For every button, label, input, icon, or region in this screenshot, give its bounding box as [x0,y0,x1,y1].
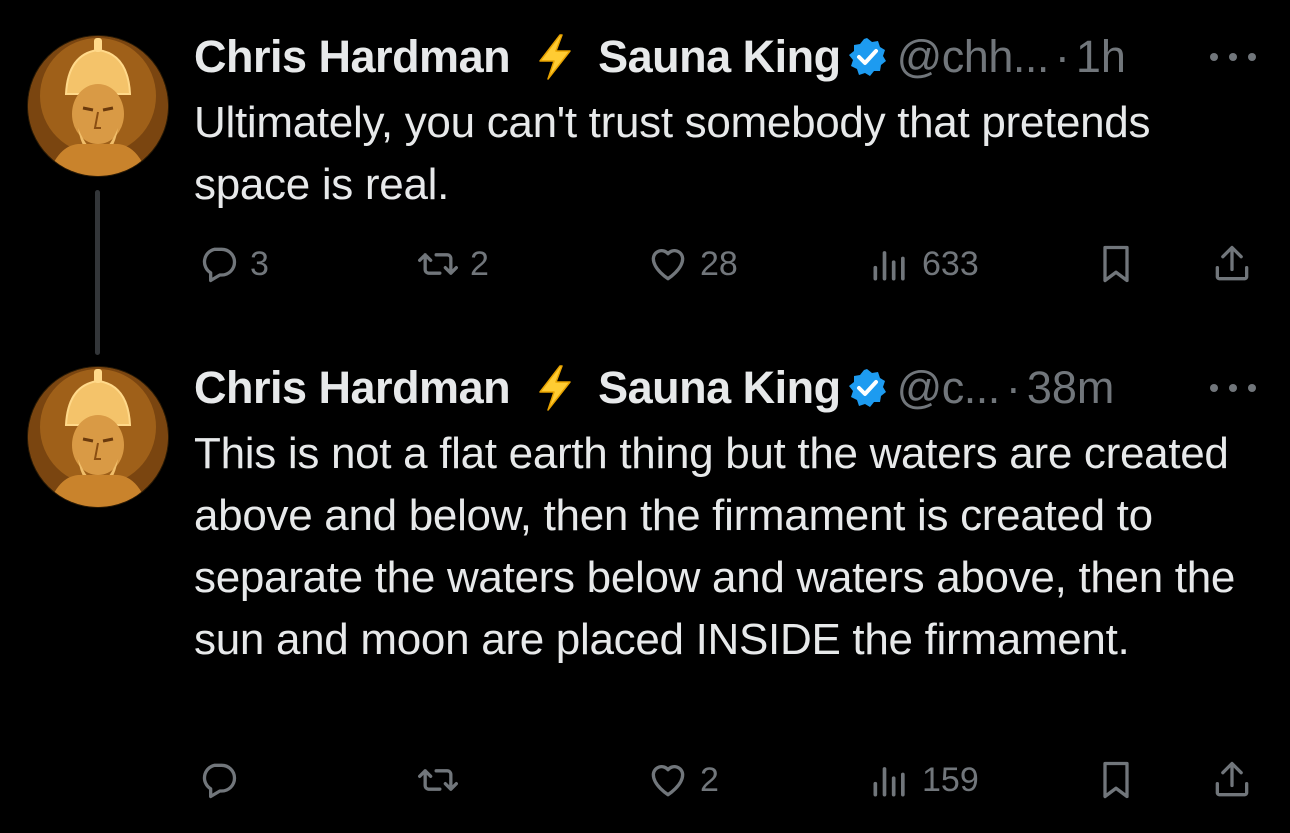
retweet-count: 2 [470,244,489,283]
author-name-suffix[interactable]: Sauna King [598,29,841,85]
views-count: 633 [922,244,979,283]
bookmark-button[interactable] [1094,756,1138,804]
reply-button[interactable] [196,756,250,804]
reply-button[interactable]: 3 [196,240,269,288]
verified-badge-icon[interactable] [847,368,887,408]
like-count: 2 [700,760,719,799]
heart-icon [651,249,685,281]
retweet-icon [418,769,458,791]
timestamp[interactable]: 38m [1027,360,1115,416]
author-handle[interactable]: @c... [897,360,1001,416]
retweet-button[interactable] [416,756,470,804]
share-icon [1215,761,1249,797]
author-name[interactable]: Chris Hardman [194,360,511,416]
author-handle[interactable]: @chh... [897,29,1050,85]
timestamp[interactable]: 1h [1076,29,1126,85]
tweet-text: Ultimately, you can't trust somebody tha… [194,98,1151,209]
reply-icon [202,763,237,799]
lightning-emoji-icon [532,364,578,412]
reply-icon [202,247,237,283]
avatar[interactable] [28,367,168,507]
share-button[interactable] [1210,756,1254,804]
like-count: 28 [700,244,738,283]
bookmark-icon [1103,761,1129,799]
bust-statue-avatar-icon [28,367,168,507]
lightning-emoji-icon [532,33,578,81]
bust-statue-avatar-icon [28,36,168,176]
separator-dot: · [1054,31,1070,82]
thread-connector-line [95,190,100,355]
retweet-button[interactable]: 2 [416,240,489,288]
verified-badge-icon[interactable] [847,37,887,77]
author-name[interactable]: Chris Hardman [194,29,511,85]
views-button[interactable]: 633 [868,240,979,288]
tweet-header: Chris Hardman Sauna King @chh... · 1h [194,29,1126,85]
tweet-text: This is not a flat earth thing but the w… [194,429,1236,664]
more-options-icon[interactable] [1210,360,1256,416]
bookmark-icon [1103,245,1129,283]
more-options-icon[interactable] [1210,29,1256,85]
reply-count: 3 [250,244,269,283]
avatar[interactable] [28,36,168,176]
share-icon [1215,245,1249,281]
like-button[interactable]: 28 [646,240,738,288]
separator-dot: · [1005,362,1021,413]
heart-icon [651,765,685,797]
share-button[interactable] [1210,240,1254,288]
views-button[interactable]: 159 [868,756,979,804]
like-button[interactable]: 2 [646,756,719,804]
views-icon [873,251,905,281]
bookmark-button[interactable] [1094,240,1138,288]
author-name-suffix[interactable]: Sauna King [598,360,841,416]
views-icon [873,767,905,797]
tweet-header: Chris Hardman Sauna King @c... · 38m [194,360,1114,416]
views-count: 159 [922,760,979,799]
retweet-icon [418,253,458,275]
